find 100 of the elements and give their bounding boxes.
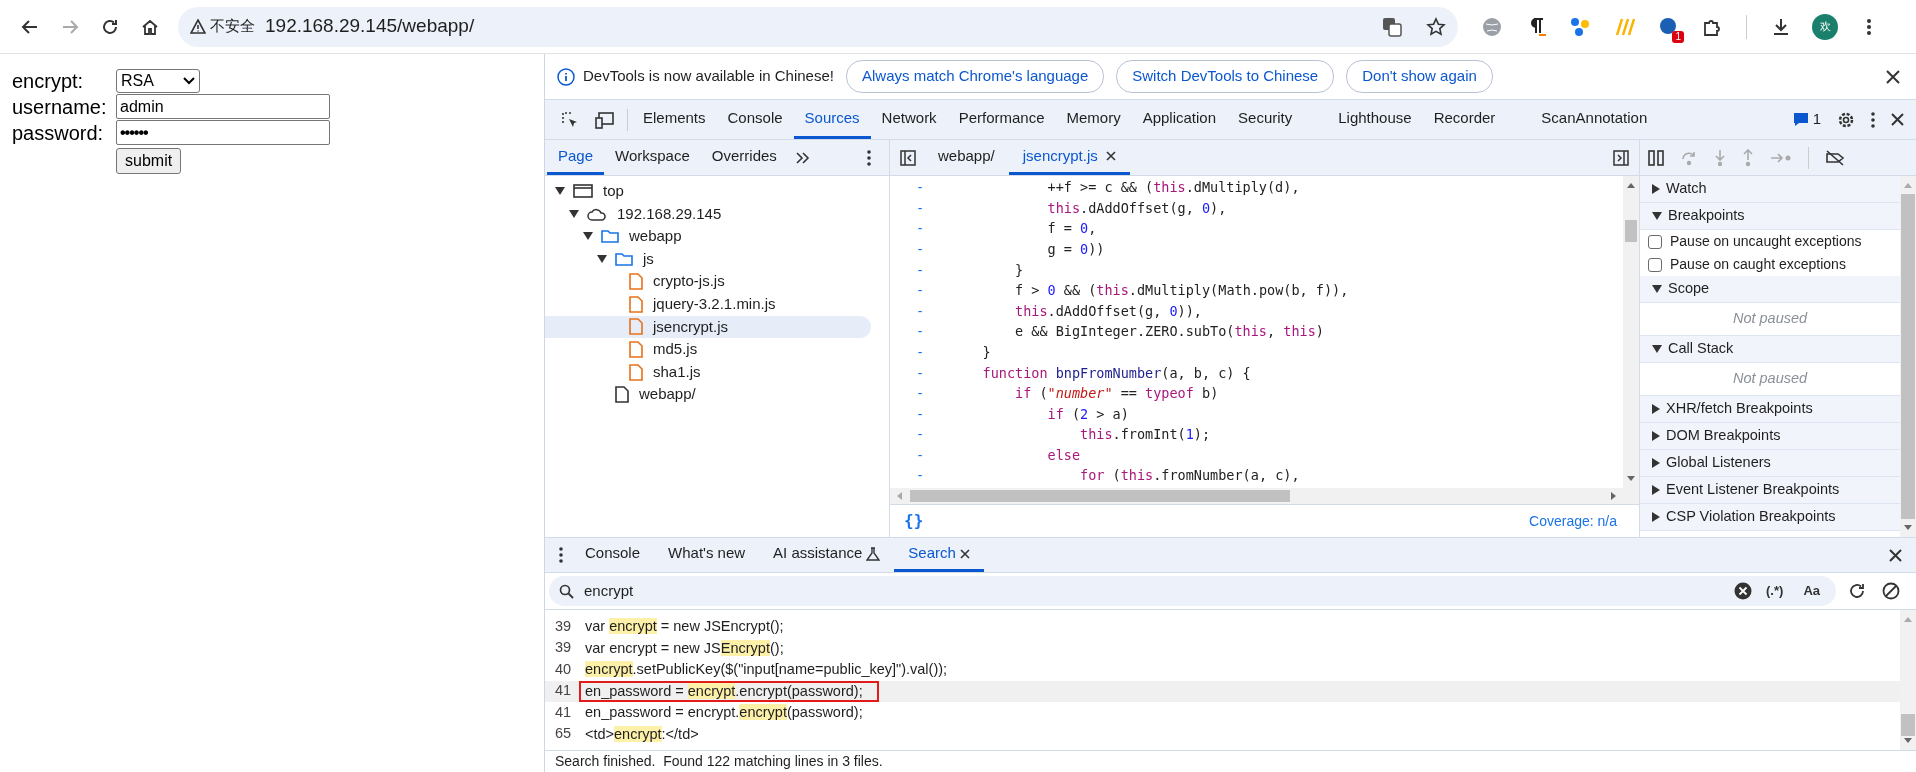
section-header[interactable]: Breakpoints [1640,203,1900,230]
scrollbar-thumb[interactable] [1901,714,1915,736]
expand-arrow-icon[interactable] [597,255,607,264]
expand-arrow-icon[interactable] [555,187,565,196]
collapse-arrow-icon[interactable] [1652,404,1660,414]
tree-item[interactable]: js [545,247,871,271]
tree-item[interactable]: md5.js [545,338,871,361]
expand-arrow-icon[interactable] [1652,345,1662,353]
expand-arrow-icon[interactable] [569,209,579,218]
clear-icon[interactable] [1734,582,1753,600]
download-icon[interactable] [1771,16,1791,37]
panel-tab[interactable]: Recorder [1422,100,1507,139]
search-result[interactable]: 65 <td>encrypt:</td> [545,723,1900,745]
input-field[interactable]: admin [116,94,330,119]
match-case-toggle[interactable]: Aa [1797,581,1826,601]
expand-arrow-icon[interactable] [1652,212,1662,220]
section-header[interactable]: Event Listener Breakpoints [1640,477,1900,504]
scrollbar-thumb[interactable] [1901,194,1915,519]
search-field[interactable]: encrypt (.*) Aa [549,576,1836,606]
section-header[interactable]: XHR/fetch Breakpoints [1640,396,1900,423]
deactivate-breakpoints-icon[interactable] [1825,149,1845,166]
collapse-arrow-icon[interactable] [1652,431,1660,441]
pretty-print-button[interactable]: {} [898,508,930,534]
panel-tab[interactable]: Security [1227,100,1304,139]
pause-icon[interactable] [1648,149,1664,166]
section-header[interactable]: DOM Breakpoints [1640,423,1900,450]
panel-tab[interactable]: Performance [947,100,1056,139]
vertical-scrollbar[interactable] [1900,176,1916,537]
menu-icon[interactable] [1866,16,1872,37]
encrypt-select[interactable]: RSA [116,68,200,93]
section-header[interactable]: CSP Violation Breakpoints [1640,504,1900,531]
section-header[interactable]: Global Listeners [1640,450,1900,477]
horizontal-scrollbar[interactable] [890,488,1639,504]
panel-tab[interactable]: Application [1131,100,1228,139]
drawer-tab[interactable]: What's new [654,538,760,572]
search-result[interactable]: 41 en_password = encrypt.encrypt(password); [545,702,1900,724]
tree-item[interactable]: 192.168.29.145 [545,202,871,226]
panel-tab[interactable]: Memory [1055,100,1132,139]
more-icon[interactable] [559,547,563,563]
sidebar-toggle-icon[interactable] [900,149,916,166]
drawer-tab[interactable]: Search [894,538,984,572]
close-icon[interactable] [1886,69,1900,84]
search-result[interactable]: 39 var encrypt = new JSEncrypt(); [545,616,1900,638]
refresh-icon[interactable] [1848,582,1866,600]
close-icon[interactable] [959,548,970,559]
star-icon[interactable] [1426,16,1446,37]
infobar-button[interactable]: Switch DevTools to Chinese [1116,60,1335,93]
section-header[interactable]: Call Stack [1640,336,1900,363]
tree-item[interactable]: webapp [545,225,871,248]
tree-item[interactable]: top [545,180,871,203]
navigator-tab[interactable]: Workspace [604,140,701,175]
collapse-arrow-icon[interactable] [1652,512,1660,522]
close-icon[interactable] [1889,548,1902,562]
close-icon[interactable] [1891,113,1904,126]
collapse-arrow-icon[interactable] [1652,458,1660,468]
password-field[interactable]: •••••• [116,120,330,145]
tree-item[interactable]: sha1.js [545,360,871,384]
panel-tab[interactable]: Lighthouse [1327,100,1423,139]
tree-item[interactable]: crypto-js.js [545,270,871,293]
profile-avatar[interactable]: 欢 [1812,13,1838,40]
navigator-tab[interactable]: Page [547,140,605,175]
search-result[interactable]: 40 encrypt.setPublicKey($("input[name=public_key]").val()); [545,659,1900,681]
scrollbar-thumb[interactable] [910,490,1290,502]
more-tabs-icon[interactable] [795,151,810,164]
clear-results-icon[interactable] [1882,582,1900,600]
submit-button[interactable]: submit [116,148,182,174]
search-result[interactable]: 39 var encrypt = new JSEncrypt(); [545,637,1900,659]
panel-tab[interactable]: Elements [632,100,717,139]
inspect-icon[interactable] [561,110,579,129]
more-icon[interactable] [1871,111,1875,128]
section-header[interactable]: Scope [1640,276,1900,303]
address-bar[interactable]: 不安全 192.168.29.145/webapp/ [178,6,1458,47]
infobar-button[interactable]: Don't show again [1346,60,1493,93]
collapse-arrow-icon[interactable] [1652,485,1660,495]
section-header[interactable]: Watch [1640,176,1900,203]
infobar-button[interactable]: Always match Chrome's language [845,60,1105,93]
issues-counter[interactable]: 1 [1792,108,1821,131]
panel-tab[interactable]: ScanAnnotation [1530,100,1659,139]
tree-item[interactable]: jsencrypt.js [545,315,871,339]
expand-arrow-icon[interactable] [583,232,593,241]
tree-item[interactable]: jquery-3.2.1.min.js [545,292,871,316]
collapse-arrow-icon[interactable] [1652,184,1660,194]
file-tab[interactable]: webapp/ [924,140,1009,175]
scrollbar-thumb[interactable] [1625,220,1637,242]
settings-icon[interactable] [1837,110,1855,129]
panel-tab[interactable]: Network [870,100,948,139]
navigator-tab[interactable]: Overrides [700,140,788,175]
tree-item[interactable]: webapp/ [545,383,871,406]
file-tab[interactable]: jsencrypt.js [1008,140,1130,175]
expand-arrow-icon[interactable] [1652,285,1662,293]
regex-toggle[interactable]: (.*) [1760,581,1790,601]
search-result[interactable]: 41 en_password = encrypt.encrypt(password); [545,680,1900,702]
panel-tab[interactable]: Console [716,100,794,139]
vertical-scrollbar[interactable] [1623,176,1639,488]
drawer-tab[interactable]: Console [571,538,655,572]
close-icon[interactable] [1105,151,1116,161]
translate-icon[interactable] [1382,16,1402,37]
sidebar-toggle-icon[interactable] [1613,149,1629,166]
drawer-tab[interactable]: AI assistance [759,538,895,572]
molecule-icon[interactable] [1569,15,1591,38]
